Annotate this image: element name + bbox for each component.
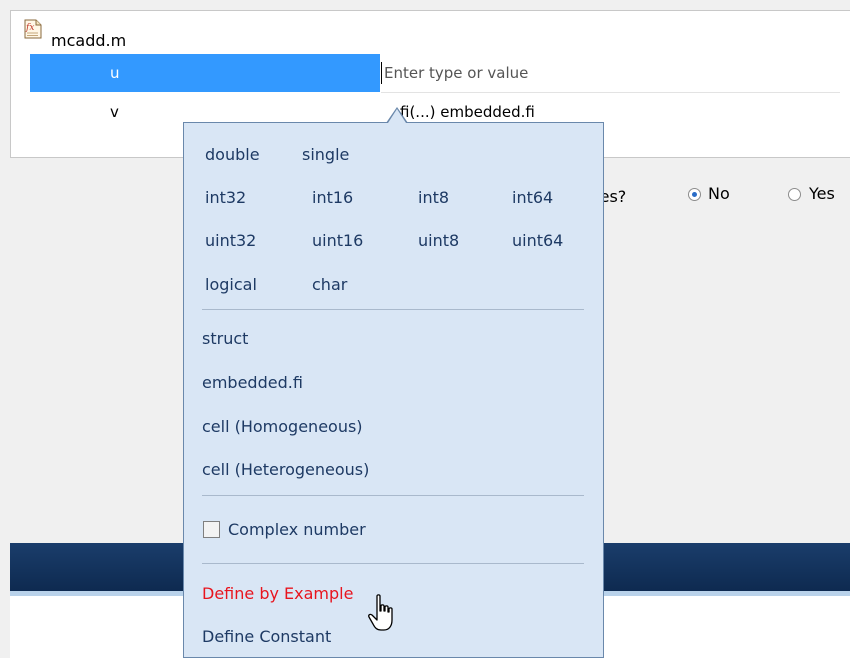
complex-number-checkbox[interactable] (203, 521, 220, 538)
define-constant-option[interactable]: Define Constant (202, 626, 331, 648)
popup-pointer-fill (388, 109, 406, 123)
variable-value-cell-u[interactable] (381, 54, 840, 93)
svg-text:fx: fx (25, 23, 34, 33)
type-option-embedded-fi[interactable]: embedded.fi (202, 372, 303, 394)
type-option-single[interactable]: single (302, 144, 349, 166)
file-name: mcadd.m (51, 31, 127, 50)
type-option-int64[interactable]: int64 (512, 187, 553, 209)
type-option-int32[interactable]: int32 (205, 187, 246, 209)
type-option-uint16[interactable]: uint16 (312, 230, 363, 252)
no-radio-label[interactable]: No (708, 184, 730, 204)
menu-separator (202, 495, 584, 496)
function-file-icon: fx (24, 19, 42, 39)
variable-row-u[interactable]: u (30, 54, 380, 92)
variable-name: v (110, 103, 119, 121)
complex-number-label[interactable]: Complex number (228, 519, 366, 541)
type-selection-popup: double single int32 int16 int8 int64 uin… (183, 122, 604, 658)
no-radio-button[interactable] (688, 188, 701, 201)
type-option-char[interactable]: char (312, 274, 347, 296)
menu-separator (202, 309, 584, 310)
type-option-uint8[interactable]: uint8 (418, 230, 459, 252)
variable-name: u (110, 64, 120, 82)
file-row: fx mcadd.m (11, 11, 850, 50)
type-option-uint64[interactable]: uint64 (512, 230, 563, 252)
type-or-value-input[interactable] (384, 54, 784, 92)
type-option-cell-homogeneous[interactable]: cell (Homogeneous) (202, 416, 363, 438)
type-option-cell-heterogeneous[interactable]: cell (Heterogeneous) (202, 459, 369, 481)
yes-radio-label[interactable]: Yes (809, 184, 835, 204)
type-option-int16[interactable]: int16 (312, 187, 353, 209)
yes-radio-button[interactable] (788, 188, 801, 201)
text-caret (381, 62, 382, 84)
define-by-example-option[interactable]: Define by Example (202, 583, 353, 605)
type-option-logical[interactable]: logical (205, 274, 257, 296)
type-option-struct[interactable]: struct (202, 328, 248, 350)
type-option-uint32[interactable]: uint32 (205, 230, 256, 252)
type-option-double[interactable]: double (205, 144, 260, 166)
hand-pointer-cursor-icon (367, 593, 401, 637)
type-option-int8[interactable]: int8 (418, 187, 449, 209)
menu-separator (202, 563, 584, 564)
